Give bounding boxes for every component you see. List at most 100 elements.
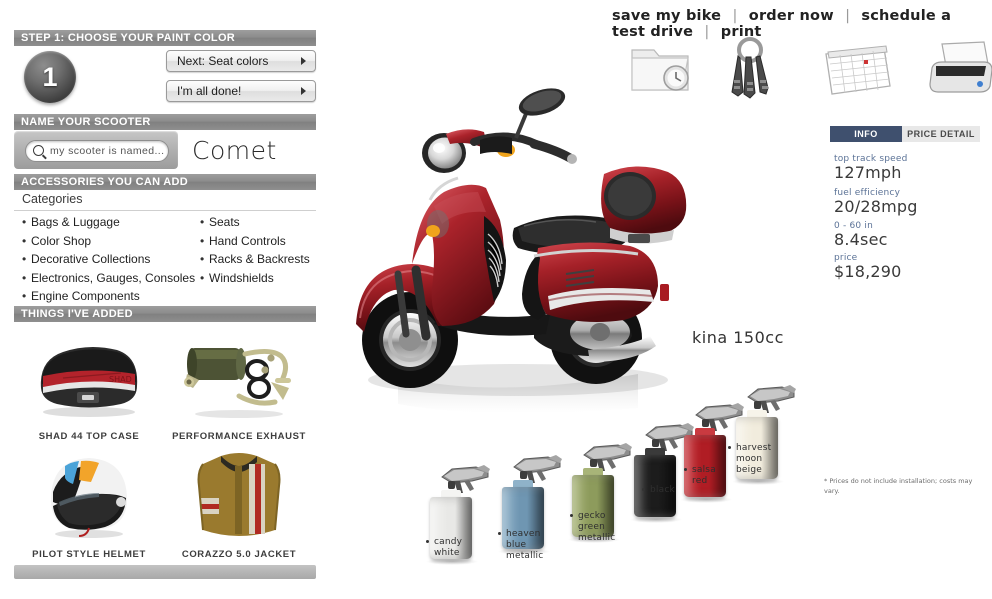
category-item[interactable]: • Hand Controls <box>200 232 320 250</box>
spec-price: price $18,290 <box>834 253 980 281</box>
top-case-thumbnail: SHAD <box>40 346 138 417</box>
category-label: Engine Components <box>31 289 140 303</box>
toolbar-separator: | <box>845 8 851 24</box>
category-item[interactable]: • Decorative Collections <box>22 250 202 268</box>
paint-color-swatches: candy white heaven blue metallic gecko gre… <box>420 385 796 567</box>
swatch-shadow <box>732 478 784 485</box>
added-item-caption: CORAZZO 5.0 JACKET <box>181 549 297 560</box>
category-item[interactable]: • Bags & Luggage <box>22 213 202 231</box>
bottom-gray-bar <box>14 565 316 579</box>
added-item-caption: PILOT STYLE HELMET <box>32 549 146 560</box>
app-stage: STEP 1: CHOOSE YOUR PAINT COLOR 1 Next: … <box>0 0 992 599</box>
category-item[interactable]: • Seats <box>200 213 320 231</box>
category-label: Racks & Backrests <box>209 252 310 266</box>
top-toolbar: save my bike | order now | schedule a te… <box>612 8 992 108</box>
paint-color-label: harvest moon beige <box>736 443 772 475</box>
step-number-badge: 1 <box>24 51 76 103</box>
save-my-bike-link[interactable]: save my bike <box>612 8 721 24</box>
spec-fuel-efficiency: fuel efficiency 20/28mpg <box>834 188 980 216</box>
info-panel: INFO PRICE DETAIL top track speed 127mph… <box>830 126 980 281</box>
paint-swatch-gecko-green-metallic[interactable]: gecko green metallic <box>568 435 634 555</box>
step-block: 1 Next: Seat colors I'm all done! <box>14 48 316 110</box>
bullet-icon: • <box>22 215 27 229</box>
paint-color-label: heaven blue metallic <box>506 529 544 561</box>
added-item-exhaust[interactable]: PERFORMANCE EXHAUST <box>164 324 314 442</box>
things-ive-added-header: THINGS I'VE ADDED <box>14 306 316 322</box>
scooter-name-input[interactable]: my scooter is named... <box>25 140 169 162</box>
toolbar-icons <box>612 34 992 106</box>
step-header: STEP 1: CHOOSE YOUR PAINT COLOR <box>14 30 316 46</box>
categories-divider <box>14 210 316 211</box>
bullet-icon: • <box>200 270 205 285</box>
folder-clock-icon[interactable] <box>624 34 700 104</box>
scooter-name-input-wrap[interactable]: my scooter is named... <box>14 131 178 169</box>
added-item-jacket[interactable]: CORAZZO 5.0 JACKET <box>164 442 314 560</box>
bullet-icon: • <box>22 233 27 248</box>
swatch-shadow <box>630 516 682 523</box>
bullet-icon: • <box>22 289 27 303</box>
toolbar-links: save my bike | order now | schedule a te… <box>612 8 986 40</box>
added-items-grid: SHAD SHAD 44 TOP CASE PERFORMANCE EXHAUS… <box>14 324 316 564</box>
bullet-icon: • <box>200 252 205 266</box>
bullet-icon <box>684 468 687 471</box>
category-list-right: • Seats • Hand Controls • Racks & Backrests • W… <box>200 213 320 287</box>
category-item[interactable]: • Color Shop <box>22 232 202 250</box>
category-item[interactable]: • Windshields <box>200 269 320 287</box>
spray-gun-icon <box>508 453 564 483</box>
category-item[interactable]: • Racks & Backrests <box>200 250 320 268</box>
paint-color-label: black <box>650 485 675 495</box>
jacket-thumbnail <box>197 453 281 536</box>
bullet-icon <box>642 488 645 491</box>
info-panel-tabs: INFO PRICE DETAIL <box>830 126 980 142</box>
category-label: Color Shop <box>31 233 92 248</box>
left-configurator-panel: STEP 1: CHOOSE YOUR PAINT COLOR 1 Next: … <box>0 0 330 599</box>
added-item-top-case[interactable]: SHAD SHAD 44 TOP CASE <box>14 324 164 442</box>
im-all-done-label: I'm all done! <box>177 84 242 98</box>
swatch-shadow <box>680 496 732 503</box>
category-label: Windshields <box>209 270 274 285</box>
scooter-name-placeholder: my scooter is named... <box>50 145 165 157</box>
keys-icon[interactable] <box>710 34 786 104</box>
name-your-scooter-block: my scooter is named... Comet <box>14 131 316 173</box>
paint-swatch-heaven-blue-metallic[interactable]: heaven blue metallic <box>498 447 564 567</box>
swatch-shadow <box>426 558 478 565</box>
paint-swatch-harvest-moon-beige[interactable]: harvest moon beige <box>728 377 798 497</box>
model-label: kina 150cc <box>692 328 784 347</box>
price-disclaimer: * Prices do not include installation; co… <box>824 477 973 495</box>
bullet-icon: • <box>22 252 27 266</box>
helmet-thumbnail <box>51 458 127 538</box>
order-now-link[interactable]: order now <box>749 8 834 24</box>
tab-info[interactable]: INFO <box>830 126 902 142</box>
next-seat-colors-label: Next: Seat colors <box>177 54 269 68</box>
scooter-name-value: Comet <box>192 136 277 165</box>
spec-value: 20/28mpg <box>834 197 918 216</box>
search-icon <box>33 145 44 156</box>
printer-icon[interactable] <box>922 34 992 104</box>
bullet-icon: • <box>22 270 27 285</box>
paint-color-label: candy white <box>434 537 463 558</box>
name-your-scooter-header: NAME YOUR SCOOTER <box>14 114 316 130</box>
added-item-caption: SHAD 44 TOP CASE <box>38 431 140 442</box>
calendar-icon[interactable] <box>820 34 896 104</box>
next-seat-colors-button[interactable]: Next: Seat colors <box>166 50 316 72</box>
toolbar-separator: | <box>732 8 738 24</box>
category-label: Hand Controls <box>209 233 286 248</box>
spec-top-track-speed: top track speed 127mph <box>834 154 980 182</box>
category-label: Electronics, Gauges, Consoles <box>31 270 196 285</box>
scooter-preview-image <box>356 88 687 414</box>
paint-color-label: gecko green metallic <box>578 511 616 543</box>
category-item[interactable]: • Engine Components <box>22 287 202 305</box>
added-item-helmet[interactable]: PILOT STYLE HELMET <box>14 442 164 560</box>
bullet-icon <box>570 514 573 517</box>
im-all-done-button[interactable]: I'm all done! <box>166 80 316 102</box>
tab-price-detail[interactable]: PRICE DETAIL <box>902 126 980 142</box>
bullet-icon: • <box>200 215 205 229</box>
exhaust-thumbnail <box>184 348 291 418</box>
bullet-icon: • <box>200 233 205 248</box>
added-item-caption: PERFORMANCE EXHAUST <box>172 431 306 442</box>
category-list-left: • Bags & Luggage • Color Shop • Decorative Co… <box>22 213 202 306</box>
chevron-right-icon <box>301 57 306 65</box>
paint-swatch-candy-white[interactable]: candy white <box>426 457 492 577</box>
category-item[interactable]: • Electronics, Gauges, Consoles <box>22 269 202 287</box>
accessories-header: ACCESSORIES YOU CAN ADD <box>14 174 316 190</box>
